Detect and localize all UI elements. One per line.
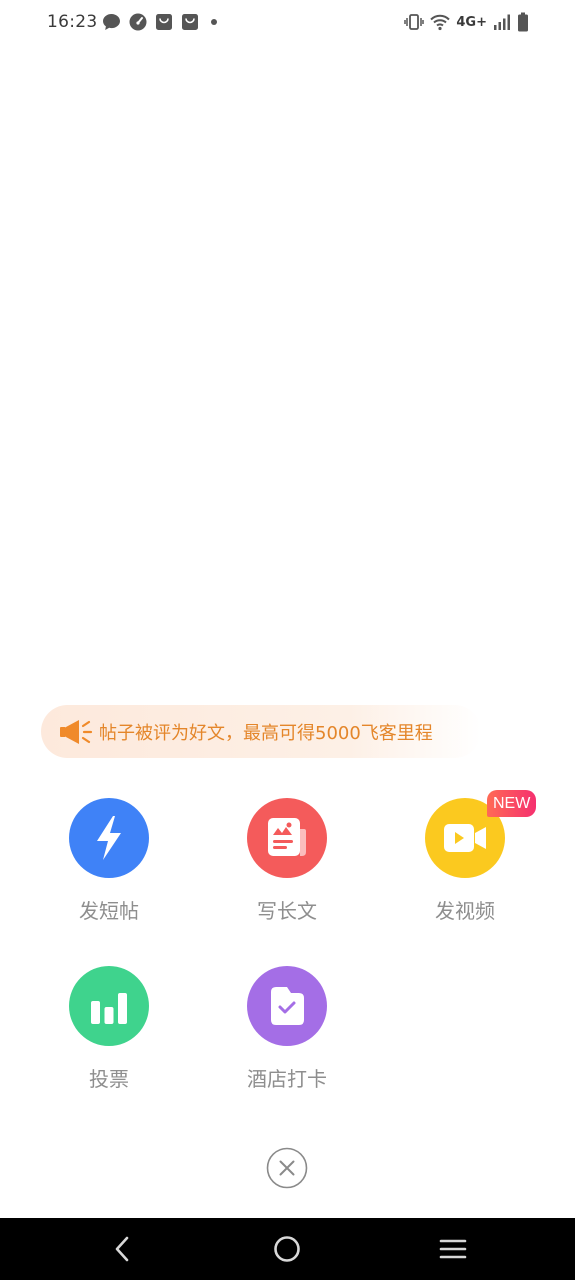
network-type-label: 4G+ [456,14,487,30]
post-video-label: 发视频 [435,899,495,923]
new-badge: NEW [487,790,537,817]
chat-bubble-icon [102,13,121,31]
vote-button[interactable]: 投票 [29,966,189,1096]
write-article-label: 写长文 [257,899,317,923]
speedometer-icon [129,13,147,31]
navigation-bar [0,1218,575,1280]
battery-icon [517,12,529,32]
hotel-checkin-label: 酒店打卡 [247,1067,327,1091]
shopping-bag-icon [181,13,199,31]
post-video-button[interactable]: NEW 发视频 [385,790,545,928]
lightning-icon [69,798,149,878]
screen: 16:23 4G+ 帖子被评为好文，最高可得5000飞客里程 发短帖 写长文 N… [0,0,575,1280]
notification-icons [102,13,221,31]
vote-label: 投票 [89,1067,129,1091]
close-icon [266,1147,308,1189]
back-icon [115,1236,129,1262]
close-button[interactable] [266,1147,308,1189]
reward-notice-banner[interactable]: 帖子被评为好文，最高可得5000飞客里程 [41,705,481,758]
hotel-checkin-button[interactable]: 酒店打卡 [207,966,367,1096]
home-button[interactable] [270,1232,304,1266]
back-button[interactable] [105,1232,139,1266]
check-in-icon [247,966,327,1046]
notice-text: 帖子被评为好文，最高可得5000飞客里程 [99,722,433,744]
signal-icon [493,13,511,31]
write-article-button[interactable]: 写长文 [207,798,367,928]
status-time: 16:23 [47,12,98,32]
home-icon [274,1236,300,1262]
menu-icon [439,1239,467,1259]
status-bar: 16:23 4G+ [0,0,575,48]
system-icons: 4G+ [404,12,529,32]
article-icon [247,798,327,878]
shopping-bag-icon [155,13,173,31]
wifi-icon [430,13,451,31]
megaphone-icon [59,717,93,747]
bar-chart-icon [69,966,149,1046]
menu-button[interactable] [436,1232,470,1266]
vibrate-icon [404,13,425,31]
post-short-label: 发短帖 [79,899,139,923]
dot-icon [207,13,221,31]
post-short-button[interactable]: 发短帖 [29,798,189,928]
